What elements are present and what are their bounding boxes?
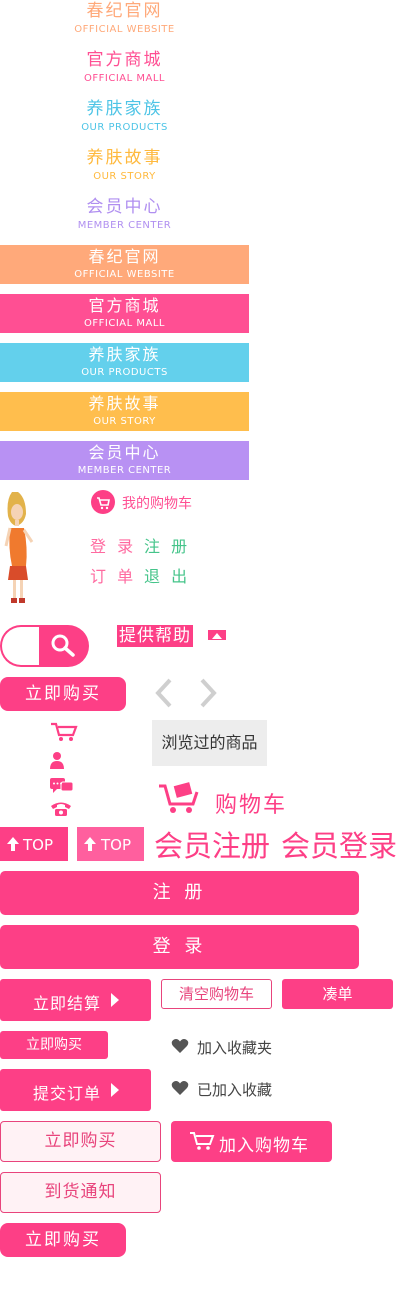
- buy-now-outline-button[interactable]: 立即购买: [0, 1121, 161, 1162]
- girl-mascot-image: [2, 488, 38, 608]
- my-cart-link[interactable]: 我的购物车: [122, 493, 192, 513]
- top-label: TOP: [101, 836, 132, 854]
- nav-block-label-en: MEMBER CENTER: [77, 465, 172, 476]
- logout-link[interactable]: 退 出: [144, 563, 190, 587]
- nav-text-label-cn: 养肤家族: [86, 99, 163, 119]
- nav-text-label-cn: 官方商城: [86, 50, 163, 70]
- help-button[interactable]: 提供帮助: [117, 625, 193, 647]
- user-icon[interactable]: [50, 751, 64, 769]
- top-label: TOP: [23, 836, 54, 854]
- register-link[interactable]: 注 册: [144, 533, 190, 557]
- nav-text-our-products[interactable]: 养肤家族 OUR PRODUCTS: [0, 98, 249, 142]
- nav-text-our-story[interactable]: 养肤故事 OUR STORY: [0, 147, 249, 191]
- add-favorite-link[interactable]: 加入收藏夹: [197, 1037, 272, 1058]
- make-up-order-button[interactable]: 凑单: [282, 979, 393, 1009]
- nav-text-label-cn: 春纪官网: [86, 1, 163, 21]
- add-to-cart-label: 加入购物车: [219, 1136, 309, 1156]
- nav-text-member-center[interactable]: 会员中心 MEMBER CENTER: [0, 196, 249, 240]
- nav-block-official-website[interactable]: 春纪官网 OFFICIAL WEBSITE: [0, 245, 249, 284]
- checkout-label: 立即结算: [33, 994, 102, 1013]
- buy-now-bottom-button[interactable]: 立即购买: [0, 1223, 126, 1257]
- phone-icon[interactable]: [50, 801, 72, 817]
- member-login-link[interactable]: 会员登录: [281, 823, 397, 865]
- login-button[interactable]: 登 录: [0, 925, 359, 969]
- play-arrow-icon: [111, 1083, 119, 1097]
- nav-text-official-mall[interactable]: 官方商城 OFFICIAL MALL: [0, 49, 249, 93]
- nav-text-label-en: OFFICIAL WEBSITE: [74, 24, 175, 35]
- nav-block-label-en: OUR STORY: [93, 416, 156, 427]
- next-arrow-icon[interactable]: [196, 676, 222, 710]
- clear-cart-button[interactable]: 清空购物车: [161, 979, 272, 1009]
- checkout-button[interactable]: 立即结算: [0, 979, 151, 1021]
- collapse-arrow-icon[interactable]: [208, 625, 226, 640]
- add-to-cart-button[interactable]: 加入购物车: [171, 1121, 332, 1162]
- nav-text-label-en: OUR STORY: [93, 171, 156, 182]
- nav-text-label-cn: 会员中心: [86, 197, 163, 217]
- nav-block-label-cn: 会员中心: [88, 443, 161, 462]
- nav-block-label-en: OFFICIAL MALL: [84, 318, 165, 329]
- nav-block-label-en: OFFICIAL WEBSITE: [74, 269, 175, 280]
- nav-block-label-cn: 春纪官网: [88, 247, 161, 266]
- nav-text-label-cn: 养肤故事: [86, 148, 163, 168]
- login-link[interactable]: 登 录: [90, 533, 136, 557]
- nav-block-label-cn: 官方商城: [88, 296, 161, 315]
- search-input[interactable]: [0, 625, 40, 667]
- submit-order-button[interactable]: 提交订单: [0, 1069, 151, 1111]
- arrow-up-icon: [84, 837, 96, 851]
- register-button[interactable]: 注 册: [0, 871, 359, 915]
- play-arrow-icon: [111, 993, 119, 1007]
- nav-block-label-cn: 养肤家族: [88, 345, 161, 364]
- nav-block-member-center[interactable]: 会员中心 MEMBER CENTER: [0, 441, 249, 480]
- orders-link[interactable]: 订 单: [90, 563, 136, 587]
- nav-text-official-website[interactable]: 春纪官网 OFFICIAL WEBSITE: [0, 0, 249, 44]
- back-to-top-button[interactable]: TOP: [0, 827, 68, 861]
- arrow-up-icon: [7, 837, 19, 851]
- nav-text-label-en: OFFICIAL MALL: [84, 73, 165, 84]
- search-button[interactable]: [39, 625, 89, 667]
- search-icon: [51, 634, 75, 657]
- submit-order-label: 提交订单: [33, 1084, 102, 1103]
- nav-text-label-en: MEMBER CENTER: [77, 220, 172, 231]
- buy-now-small-button[interactable]: 立即购买: [0, 1031, 108, 1059]
- nav-block-our-story[interactable]: 养肤故事 OUR STORY: [0, 392, 249, 431]
- member-register-link[interactable]: 会员注册: [154, 823, 270, 865]
- added-favorite-label: 已加入收藏: [197, 1081, 273, 1099]
- prev-arrow-icon[interactable]: [150, 676, 176, 710]
- cart-large-label[interactable]: 购物车: [215, 787, 287, 819]
- arrival-notice-button[interactable]: 到货通知: [0, 1172, 161, 1213]
- cart-circle-icon[interactable]: [91, 490, 115, 514]
- chat-icon[interactable]: [49, 777, 75, 795]
- buy-now-button[interactable]: 立即购买: [0, 677, 126, 711]
- browsed-products-button[interactable]: 浏览过的商品: [152, 720, 267, 766]
- heart-icon: [171, 1038, 189, 1054]
- nav-block-our-products[interactable]: 养肤家族 OUR PRODUCTS: [0, 343, 249, 382]
- cart-icon[interactable]: [49, 721, 79, 743]
- nav-block-label-en: OUR PRODUCTS: [81, 367, 168, 378]
- nav-block-official-mall[interactable]: 官方商城 OFFICIAL MALL: [0, 294, 249, 333]
- nav-text-label-en: OUR PRODUCTS: [81, 122, 168, 133]
- heart-icon: [171, 1080, 189, 1096]
- nav-block-label-cn: 养肤故事: [88, 394, 161, 413]
- back-to-top-button-alt[interactable]: TOP: [77, 827, 144, 861]
- cart-icon: [190, 1132, 215, 1150]
- cart-large-icon[interactable]: [157, 780, 201, 816]
